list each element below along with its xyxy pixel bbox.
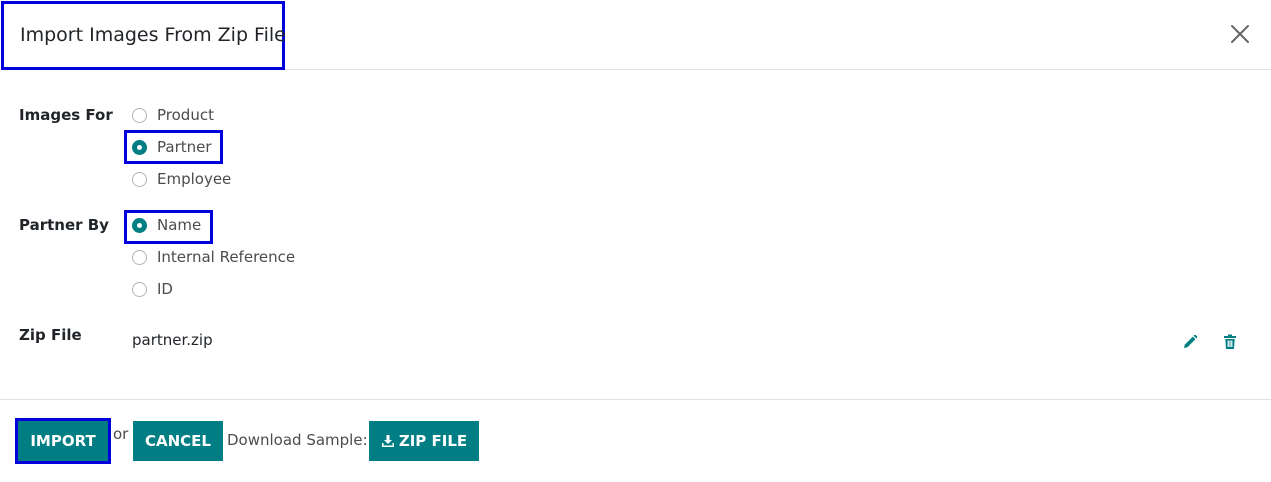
radio-employee[interactable]: Employee [131, 168, 231, 190]
dialog-title: Import Images From Zip File [1, 1, 286, 70]
or-text: or [113, 425, 129, 443]
radio-partner-circle[interactable] [132, 139, 147, 155]
download-zip-button[interactable]: ZIP FILE [369, 421, 479, 461]
radio-internal-reference-circle[interactable] [132, 249, 147, 265]
radio-product[interactable]: Product [131, 104, 214, 126]
radio-internal-reference[interactable]: Internal Reference [131, 246, 295, 268]
import-images-dialog: Import Images From Zip File Images For P… [0, 0, 1271, 482]
pencil-icon[interactable] [1182, 334, 1198, 350]
images-for-label: Images For [19, 106, 113, 124]
download-zip-button-label: ZIP FILE [398, 432, 468, 450]
import-button-label: IMPORT [30, 432, 96, 450]
radio-name-label: Name [157, 216, 202, 234]
radio-product-circle[interactable] [132, 107, 147, 123]
zip-file-name: partner.zip [132, 331, 213, 349]
import-button[interactable]: IMPORT [15, 418, 111, 464]
download-icon [381, 434, 395, 448]
download-sample-text: Download Sample: [227, 431, 368, 449]
radio-partner[interactable]: Partner [131, 136, 212, 158]
radio-id[interactable]: ID [131, 278, 173, 300]
cancel-button-label: CANCEL [145, 432, 211, 450]
partner-by-label: Partner By [19, 216, 109, 234]
dialog-footer: IMPORT or CANCEL Download Sample: ZIP FI… [0, 399, 1271, 482]
radio-name-circle[interactable] [132, 217, 147, 233]
zip-file-label: Zip File [19, 326, 82, 344]
radio-internal-reference-label: Internal Reference [157, 248, 296, 266]
cancel-button[interactable]: CANCEL [133, 421, 223, 461]
radio-employee-label: Employee [157, 170, 232, 188]
radio-employee-circle[interactable] [132, 171, 147, 187]
radio-id-circle[interactable] [132, 281, 147, 297]
radio-product-label: Product [157, 106, 214, 124]
radio-partner-label: Partner [157, 138, 212, 156]
radio-name[interactable]: Name [131, 214, 201, 236]
dialog-header: Import Images From Zip File [0, 0, 1271, 70]
trash-icon[interactable] [1222, 334, 1238, 350]
close-icon[interactable] [1226, 20, 1254, 48]
radio-id-label: ID [157, 280, 173, 298]
